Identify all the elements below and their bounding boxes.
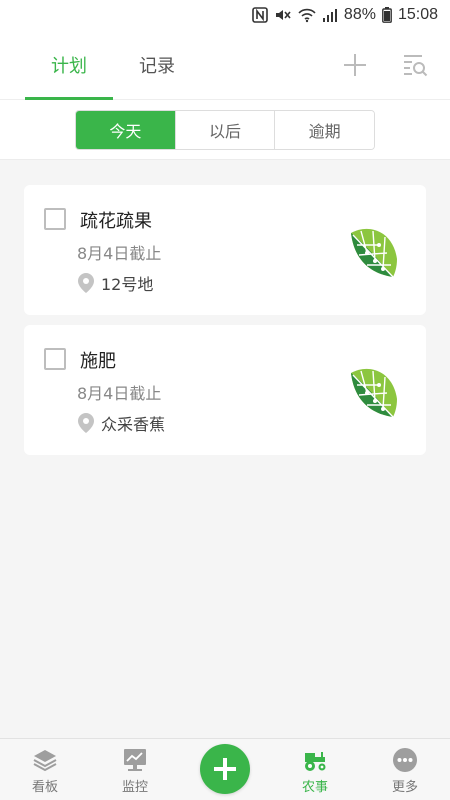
- task-location: 12号地: [77, 271, 153, 295]
- layers-icon: [33, 750, 57, 772]
- task-card[interactable]: 疏花疏果 8月4日截止 12号地: [24, 185, 426, 315]
- date-filter-segment: 今天 以后 逾期: [75, 110, 375, 150]
- task-checkbox[interactable]: [44, 208, 66, 230]
- status-bar: 88% 15:08: [0, 0, 450, 30]
- signal-icon: [322, 7, 338, 23]
- task-location-label: 12号地: [101, 275, 154, 294]
- wifi-icon: [298, 7, 316, 23]
- location-pin-icon: [78, 413, 94, 433]
- segment-later[interactable]: 以后: [174, 111, 275, 149]
- nav-item-label: 更多: [391, 780, 418, 795]
- add-task-button[interactable]: [340, 50, 370, 80]
- nav-item-farm-work[interactable]: 农事: [285, 747, 345, 795]
- task-location: 众采香蕉: [77, 411, 165, 435]
- leaf-icon: [351, 228, 397, 278]
- task-location-label: 众采香蕉: [101, 415, 166, 434]
- nav-item-monitor[interactable]: 监控: [105, 747, 165, 795]
- task-card[interactable]: 施肥 8月4日截止 众采香蕉: [24, 325, 426, 455]
- task-due-date: 8月4日截止: [77, 244, 162, 263]
- leaf-icon: [351, 368, 397, 418]
- search-filter-button[interactable]: [400, 50, 430, 80]
- battery-icon: [382, 7, 392, 23]
- task-due-date: 8月4日截止: [77, 384, 162, 403]
- center-add-button[interactable]: [200, 744, 250, 794]
- tractor-icon: [305, 752, 326, 771]
- tab-plan[interactable]: 计划: [25, 30, 113, 100]
- clock: 15:08: [397, 6, 438, 23]
- search-filter-icon: [404, 55, 428, 77]
- task-title: 施肥: [80, 351, 116, 372]
- tab-record[interactable]: 记录: [120, 30, 194, 100]
- segment-overdue[interactable]: 逾期: [274, 111, 374, 149]
- plus-icon: [344, 54, 366, 76]
- battery-percent: 88%: [343, 6, 376, 23]
- nav-item-label: 看板: [31, 780, 58, 795]
- nav-item-label: 农事: [301, 780, 328, 795]
- more-dots-icon: [393, 748, 417, 772]
- task-checkbox[interactable]: [44, 348, 66, 370]
- task-title: 疏花疏果: [80, 211, 152, 232]
- monitor-chart-icon: [124, 749, 146, 771]
- tab-record-label: 记录: [139, 56, 175, 77]
- mute-icon: [274, 7, 292, 23]
- plus-icon: [214, 758, 236, 780]
- tab-plan-label: 计划: [51, 56, 87, 77]
- nfc-icon: [252, 7, 268, 23]
- nav-item-board[interactable]: 看板: [15, 747, 75, 795]
- nav-item-label: 监控: [121, 780, 148, 795]
- location-pin-icon: [78, 273, 94, 293]
- segment-today[interactable]: 今天: [76, 111, 175, 149]
- date-filter-bar: 今天 以后 逾期: [0, 100, 450, 160]
- top-header: 计划 记录: [0, 30, 450, 100]
- nav-item-more[interactable]: 更多: [375, 747, 435, 795]
